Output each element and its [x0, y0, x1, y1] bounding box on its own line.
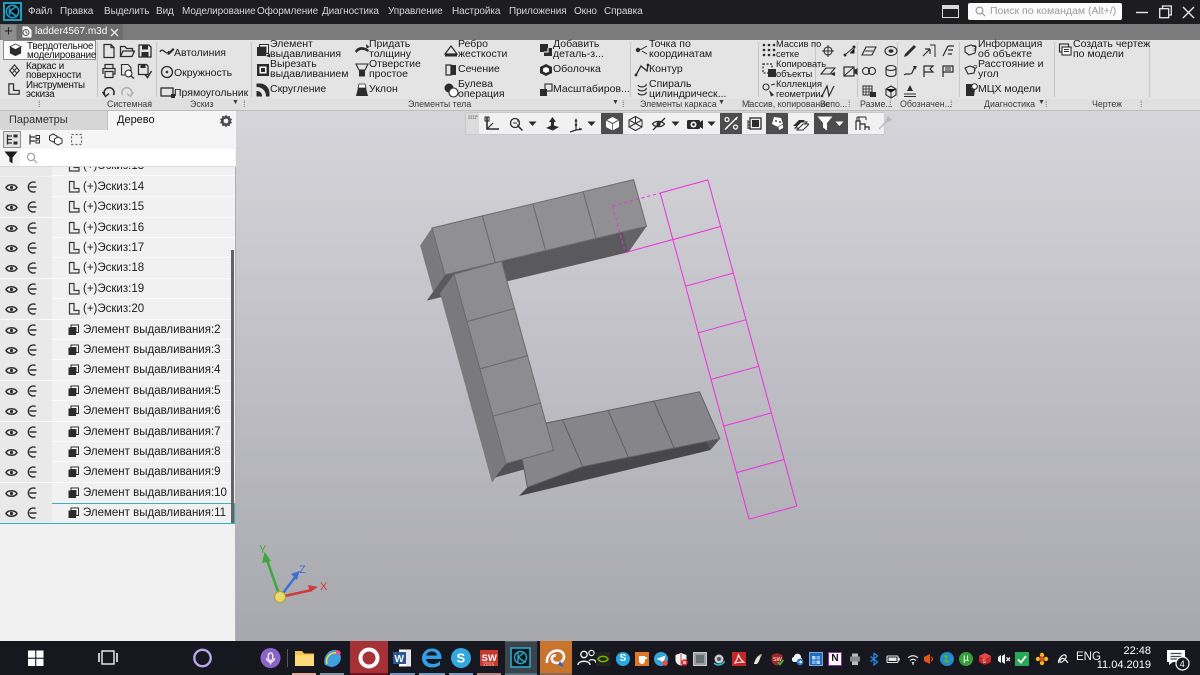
svg-text:S: S: [457, 651, 466, 666]
svg-text:W: W: [395, 654, 405, 665]
svg-text:2016: 2016: [483, 662, 494, 668]
svg-text:Y: Y: [259, 544, 267, 556]
svg-text:4: 4: [1180, 659, 1185, 669]
svg-text:X: X: [320, 581, 328, 593]
svg-text:Z: Z: [299, 564, 306, 576]
svg-text:?: ?: [972, 44, 977, 53]
